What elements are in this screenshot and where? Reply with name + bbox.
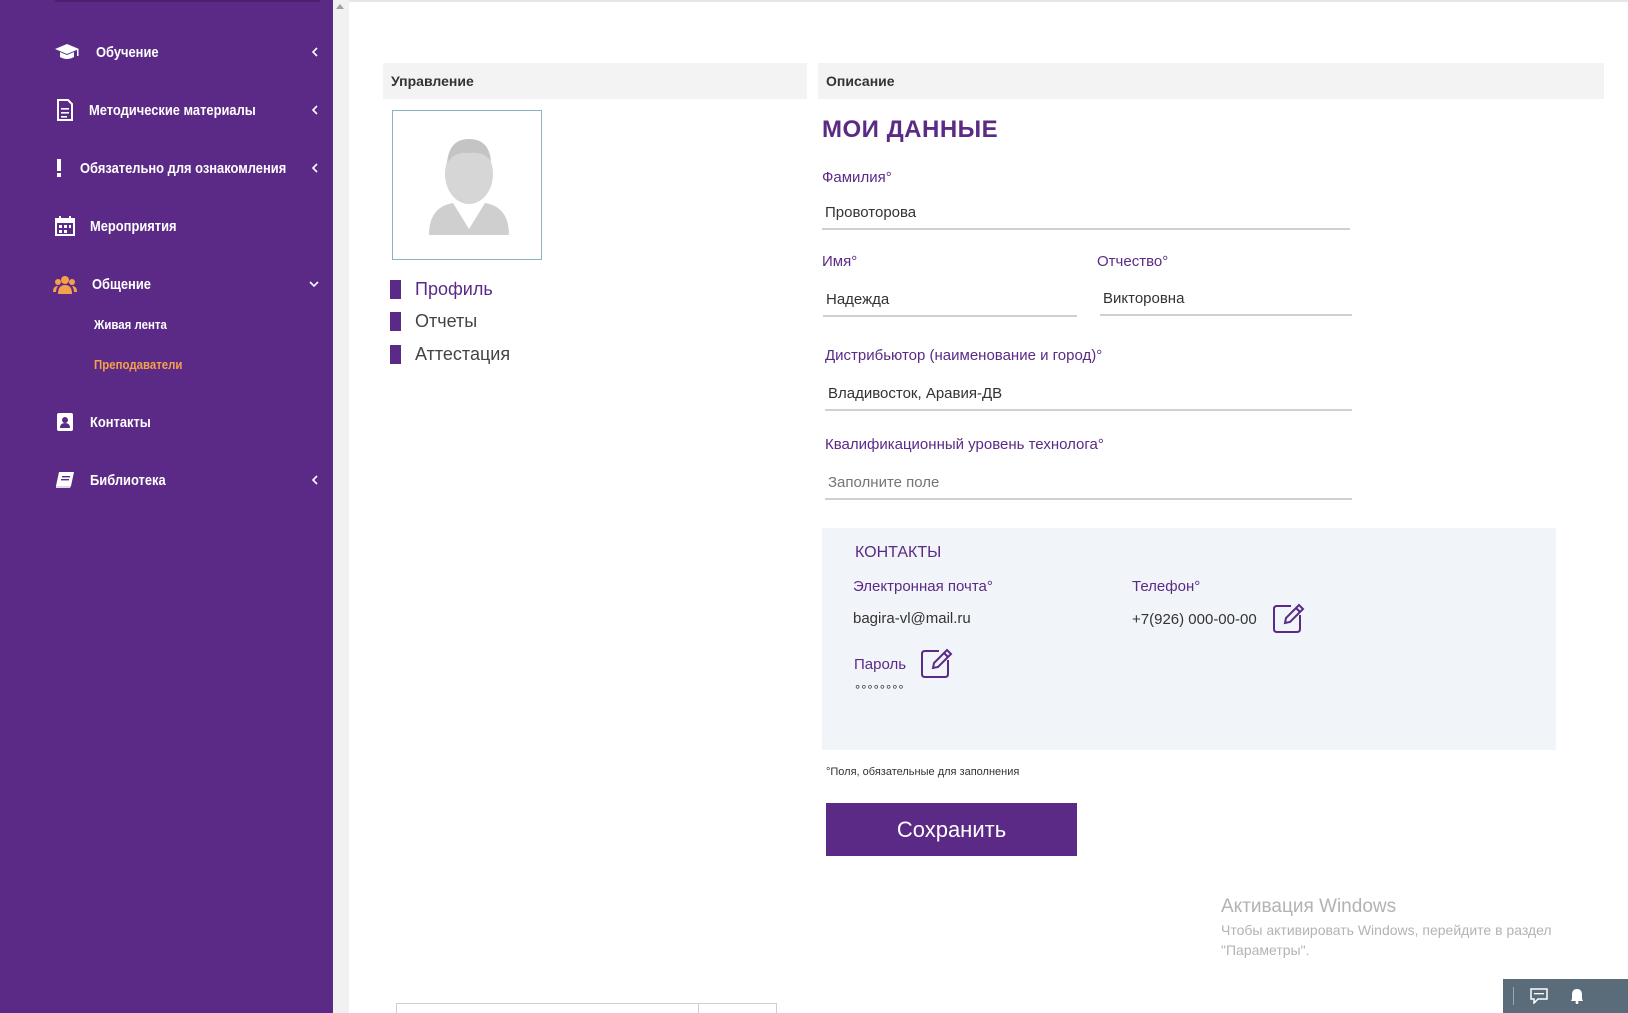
sidebar-item-label: Библиотека [90, 471, 166, 489]
bottom-table-fragment [396, 1003, 777, 1013]
menu-item-label: Профиль [415, 278, 493, 299]
calendar-icon [52, 213, 78, 239]
email-label: Электронная почта° [853, 578, 993, 595]
chevron-left-icon [309, 105, 319, 115]
contact-card-icon [52, 409, 78, 435]
menu-item-label: Аттестация [415, 343, 511, 364]
chevron-left-icon [309, 475, 319, 485]
sidebar-item-obyazatelno[interactable]: Обязательно для ознакомления [0, 148, 333, 188]
patronymic-field[interactable] [1100, 282, 1352, 316]
chat-icon[interactable] [1529, 987, 1549, 1005]
taskbar-separator [1513, 987, 1514, 1005]
edit-icon [921, 648, 953, 678]
sidebar-item-kontakty[interactable]: Контакты [0, 402, 333, 442]
password-value: °°°°°°°° [855, 682, 905, 697]
bell-icon[interactable] [1567, 987, 1587, 1005]
panel-header-description: Описание [818, 63, 1604, 99]
sidebar: Обучение Методические материалы Обязател… [0, 0, 333, 1013]
avatar[interactable] [392, 110, 542, 260]
graduation-cap-icon [54, 39, 80, 65]
sidebar-item-label: Контакты [90, 413, 151, 431]
sidebar-item-label: Методические материалы [89, 101, 256, 119]
edit-phone-button[interactable] [1271, 601, 1305, 635]
windows-activation-title: Активация Windows [1221, 896, 1397, 917]
last-name-field[interactable] [822, 196, 1350, 230]
password-label: Пароль [854, 656, 907, 673]
menu-marker [390, 311, 401, 331]
exclamation-icon [46, 155, 72, 181]
phone-label: Телефон° [1132, 578, 1201, 595]
user-silhouette-icon [429, 139, 509, 235]
chevron-left-icon [309, 163, 319, 173]
scroll-up-arrow-icon[interactable] [336, 4, 344, 9]
distributor-label: Дистрибьютор (наименование и город)° [825, 347, 1103, 364]
menu-marker [390, 279, 401, 299]
users-icon [52, 271, 78, 297]
first-name-label: Имя° [822, 253, 858, 270]
sidebar-item-label: Мероприятия [90, 217, 177, 235]
menu-item-label: Отчеты [415, 310, 478, 331]
qualification-label: Квалификационный уровень технолога° [825, 436, 1104, 453]
sidebar-item-meropriyatiya[interactable]: Мероприятия [0, 206, 333, 246]
email-value: bagira-vl@mail.ru [853, 610, 971, 627]
windows-activation-text: Чтобы активировать Windows, перейдите в … [1221, 922, 1552, 958]
sidebar-item-label: Обязательно для ознакомления [80, 159, 287, 177]
book-icon [52, 467, 78, 493]
edit-password-button[interactable] [919, 646, 953, 680]
contacts-title: КОНТАКТЫ [855, 544, 942, 561]
chevron-left-icon [309, 47, 319, 57]
patronymic-label: Отчество° [1097, 253, 1169, 270]
document-icon [52, 97, 78, 123]
distributor-field[interactable] [825, 377, 1352, 411]
taskbar-tray [1503, 979, 1628, 1013]
sidebar-subitem-prepodavateli[interactable]: Преподаватели [94, 357, 182, 372]
page-title: МОИ ДАННЫЕ [822, 116, 999, 143]
menu-item-attestation[interactable]: Аттестация [390, 342, 510, 366]
menu-item-reports[interactable]: Отчеты [390, 309, 477, 333]
sidebar-item-biblioteka[interactable]: Библиотека [0, 460, 333, 500]
chevron-down-icon [309, 279, 319, 289]
menu-marker [390, 344, 401, 364]
sidebar-divider [55, 0, 320, 2]
panel-header-management: Управление [383, 63, 807, 99]
required-fields-note: °Поля, обязательные для заполнения [826, 766, 1020, 778]
sidebar-subitem-zhivaya-lenta[interactable]: Живая лента [94, 317, 167, 332]
edit-icon [1273, 603, 1305, 633]
phone-value: +7(926) 000-00-00 [1132, 611, 1257, 628]
last-name-label: Фамилия° [822, 169, 892, 186]
menu-item-profile[interactable]: Профиль [390, 277, 493, 301]
vertical-scrollbar[interactable] [333, 0, 349, 1013]
save-button[interactable]: Сохранить [826, 803, 1077, 856]
table-column-divider [698, 1004, 699, 1013]
sidebar-item-obshchenie[interactable]: Общение [0, 264, 333, 304]
first-name-field[interactable] [823, 283, 1077, 317]
sidebar-item-label: Обучение [96, 43, 159, 61]
sidebar-item-metodicheskie[interactable]: Методические материалы [0, 90, 333, 130]
sidebar-item-obuchenie[interactable]: Обучение [0, 32, 333, 72]
top-border [349, 0, 1628, 2]
qualification-field[interactable] [825, 466, 1352, 500]
sidebar-item-label: Общение [92, 275, 151, 293]
